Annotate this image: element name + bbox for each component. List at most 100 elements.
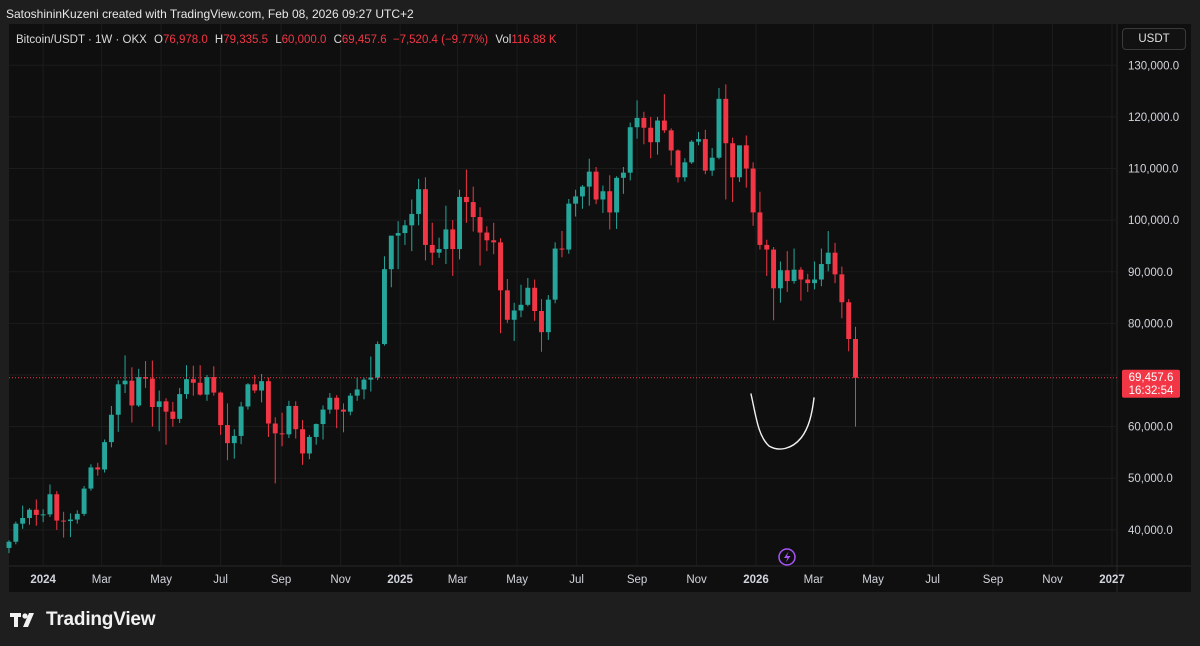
candle-body xyxy=(559,248,565,250)
tradingview-brand: TradingView xyxy=(46,609,156,630)
candle-body xyxy=(238,406,244,436)
candle-body xyxy=(429,244,435,253)
candle-body xyxy=(272,423,278,434)
candle-body xyxy=(736,145,742,178)
candle-body xyxy=(641,117,647,128)
y-tick-label: 110,000.0 xyxy=(1128,164,1178,176)
candle-body xyxy=(177,394,183,419)
candle-body xyxy=(477,217,483,233)
candle-body xyxy=(818,264,824,280)
lightning-icon xyxy=(784,551,791,563)
candle-body xyxy=(532,287,538,312)
x-tick-label: 2025 xyxy=(387,574,413,586)
x-tick-label: Nov xyxy=(330,574,351,586)
candle-body xyxy=(211,377,217,393)
tradingview-logo[interactable]: TradingView xyxy=(10,608,156,632)
candle-body xyxy=(716,98,722,158)
candle-body xyxy=(620,172,626,178)
candle-body xyxy=(730,143,736,178)
candle-body xyxy=(846,302,852,339)
x-tick-label: Jul xyxy=(925,574,940,586)
candle-body xyxy=(354,389,360,396)
low-value: 60,000.0 xyxy=(281,34,327,46)
candle-body xyxy=(306,436,312,454)
candle-body xyxy=(661,120,667,131)
candle-body xyxy=(388,235,394,270)
candle-body xyxy=(204,377,210,395)
candle-body xyxy=(67,519,73,522)
candle-body xyxy=(491,240,497,243)
candle-body xyxy=(511,310,517,320)
candle-body xyxy=(723,98,729,144)
symbol-info[interactable]: Bitcoin/USDT · 1W · OKX xyxy=(16,34,147,46)
candle-body xyxy=(245,384,251,407)
candle-body xyxy=(13,523,19,542)
candlestick-chart[interactable]: 40,000.050,000.060,000.070,000.080,000.0… xyxy=(0,0,1200,646)
y-tick-label: 50,000.0 xyxy=(1128,473,1173,485)
x-tick-label: Mar xyxy=(92,574,112,586)
candle-body xyxy=(27,509,32,518)
candle-body xyxy=(47,494,53,515)
candle-body xyxy=(286,405,292,435)
x-tick-label: Nov xyxy=(1042,574,1063,586)
candle-body xyxy=(122,380,128,385)
candle-body xyxy=(709,157,715,171)
candle-body xyxy=(149,378,155,408)
candle-body xyxy=(614,177,620,213)
candle-body xyxy=(163,401,169,412)
high-label: H xyxy=(214,34,224,46)
candle-body xyxy=(259,381,265,391)
candle-body xyxy=(170,411,176,419)
y-tick-label: 60,000.0 xyxy=(1128,422,1173,434)
y-tick-label: 120,000.0 xyxy=(1128,112,1179,124)
candle-body xyxy=(382,269,387,345)
candle-body xyxy=(771,249,777,289)
candle-body xyxy=(463,196,469,203)
y-tick-label: 90,000.0 xyxy=(1128,267,1173,279)
candle-body xyxy=(457,196,463,250)
candle-body xyxy=(320,409,326,425)
volume-label: Vol xyxy=(495,34,512,46)
x-tick-label: Mar xyxy=(804,574,824,586)
close-label: C xyxy=(333,34,342,46)
x-axis-labels: 2024 Mar May Jul Sep Nov 2025 Mar May Jul Sep Nov 20… xyxy=(30,574,1124,586)
candle-body xyxy=(231,435,237,444)
x-tick-label: Sep xyxy=(271,574,291,586)
chart-overlay: 69,457.616:32:54 xyxy=(9,369,1180,566)
candle-body xyxy=(416,189,422,214)
tradingview-logo-icon xyxy=(10,613,34,627)
candle-body xyxy=(156,401,162,408)
currency-button[interactable]: USDT xyxy=(1122,28,1186,50)
candle-body xyxy=(798,269,804,280)
candle-body xyxy=(607,191,613,213)
y-tick-label: 80,000.0 xyxy=(1128,318,1173,330)
candle-body xyxy=(327,397,333,410)
x-tick-label: 2027 xyxy=(1099,574,1125,586)
x-tick-label: Jul xyxy=(213,574,228,586)
change-value: −7,520.4 (−9.77%) xyxy=(392,34,489,46)
candle-body xyxy=(777,270,783,289)
candle-body xyxy=(825,252,831,265)
candle-body xyxy=(375,344,381,378)
candle-body xyxy=(743,145,749,169)
chart-grid xyxy=(9,24,1191,592)
candle-body xyxy=(450,229,456,250)
candle-body xyxy=(682,162,688,178)
candle-body xyxy=(184,379,189,395)
candle-body xyxy=(573,196,579,204)
candle-body xyxy=(784,270,790,282)
close-value: 69,457.6 xyxy=(341,34,387,46)
candle-body xyxy=(586,171,592,187)
candle-body xyxy=(341,409,346,412)
x-tick-label: May xyxy=(150,574,172,586)
candle-body xyxy=(190,379,196,383)
candle-body xyxy=(265,381,271,424)
price-tag-countdown: 16:32:54 xyxy=(1129,385,1174,397)
candle-body xyxy=(675,150,681,178)
candle-body xyxy=(579,186,585,197)
open-label: O xyxy=(154,34,163,46)
x-tick-label: 2026 xyxy=(743,574,769,586)
y-tick-label: 40,000.0 xyxy=(1128,525,1173,537)
high-value: 79,335.5 xyxy=(223,34,268,46)
ohlc-legend: Bitcoin/USDT · 1W · OKX O76,978.0 H79,33… xyxy=(16,34,557,46)
